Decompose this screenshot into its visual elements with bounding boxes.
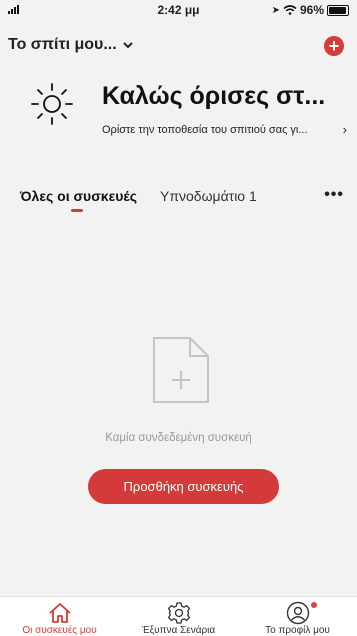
nav-label: Έξυπνα Σενάρια — [141, 625, 216, 636]
location-icon: ➤ — [271, 4, 280, 16]
nav-smart-scenes[interactable]: Έξυπνα Σενάρια — [119, 597, 238, 636]
tab-all-devices[interactable]: Όλες οι συσκευές — [20, 188, 137, 204]
home-icon — [49, 603, 71, 623]
nav-my-devices[interactable]: Οι συσκευές μου — [0, 597, 119, 636]
more-options-button[interactable]: ••• — [324, 186, 344, 204]
battery-percent: 96% — [299, 3, 324, 17]
home-name: Το σπίτι μου... — [8, 36, 117, 53]
add-home-button[interactable]: + — [324, 36, 344, 56]
welcome-banner[interactable]: Καλώς όρισες στ... Ορίστε την τοποθεσία … — [0, 82, 357, 142]
battery-icon — [327, 4, 349, 16]
chevron-down-icon — [122, 41, 133, 48]
notification-dot — [311, 602, 317, 608]
sun-icon — [31, 83, 73, 125]
nav-label: Οι συσκευές μου — [22, 625, 97, 636]
nav-label: Το προφίλ μου — [265, 625, 330, 636]
welcome-subtitle: Ορίστε την τοποθεσία του σπιτιού σας γι.… — [102, 124, 308, 136]
nav-my-profile[interactable]: Το προφίλ μου — [238, 597, 357, 636]
chevron-right-icon: › — [342, 122, 347, 137]
status-bar: 2:42 μμ ➤ 96% — [0, 0, 357, 20]
gear-icon — [167, 602, 191, 624]
empty-state-message: Καμία συνδεδεμένη συσκευή — [105, 432, 252, 444]
add-file-icon — [153, 337, 209, 403]
add-device-button[interactable]: Προσθήκη συσκευής — [88, 469, 279, 504]
tab-bedroom-1[interactable]: Υπνοδωμάτιο 1 — [160, 188, 257, 204]
profile-icon — [286, 601, 310, 625]
wifi-icon — [283, 5, 297, 15]
welcome-title: Καλώς όρισες στ... — [102, 82, 326, 110]
home-selector[interactable]: Το σπίτι μου... — [8, 36, 133, 54]
active-tab-indicator — [71, 209, 83, 212]
bottom-nav: Οι συσκευές μου Έξυπνα Σενάρια Το προφίλ… — [0, 596, 357, 636]
plus-circle-icon: + — [328, 36, 340, 56]
status-right: ➤ 96% — [272, 3, 349, 17]
room-tabs: Όλες οι συσκευές Υπνοδωμάτιο 1 ••• — [0, 180, 357, 212]
